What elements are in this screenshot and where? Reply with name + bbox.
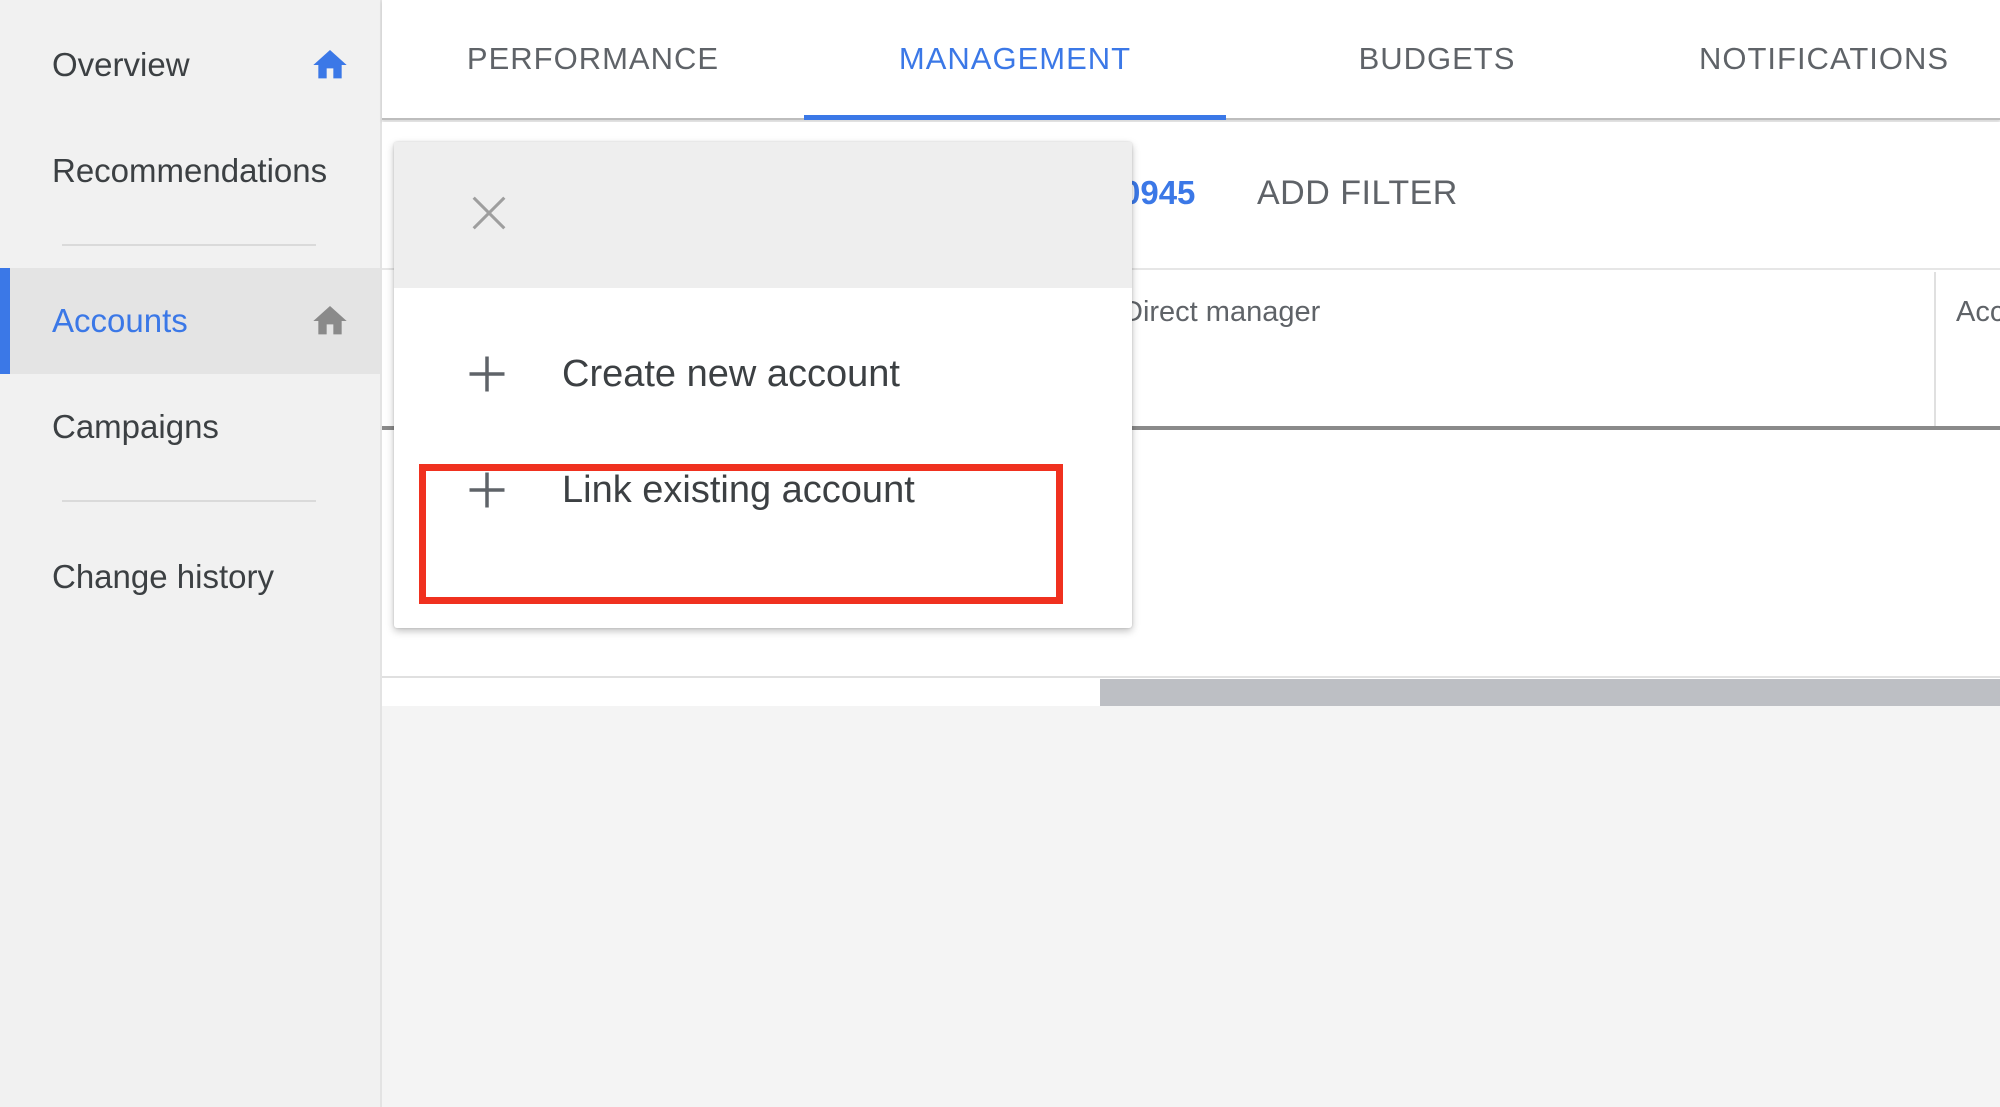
- sidebar-divider: [62, 244, 316, 246]
- plus-icon: [469, 472, 505, 508]
- tab-label: PERFORMANCE: [466, 41, 720, 76]
- menu-item-label: Create new account: [562, 352, 900, 395]
- filter-chip[interactable]: 0945: [1122, 174, 1195, 212]
- column-header-direct-manager[interactable]: Direct manager: [1122, 296, 1320, 329]
- sidebar: Overview Recommendations Accounts Campai…: [0, 0, 382, 1107]
- sidebar-item-campaigns[interactable]: Campaigns: [0, 374, 380, 480]
- tab-management[interactable]: MANAGEMENT: [804, 0, 1226, 120]
- menu-item-label: Link existing account: [562, 468, 915, 511]
- sidebar-item-label: Recommendations: [52, 152, 328, 189]
- sidebar-item-change-history[interactable]: Change history: [0, 524, 380, 630]
- tab-label: BUDGETS: [1358, 41, 1516, 76]
- sidebar-divider: [62, 500, 316, 502]
- tab-label: NOTIFICATIONS: [1698, 41, 1950, 76]
- column-divider: [1934, 272, 1936, 426]
- tab-label: MANAGEMENT: [898, 41, 1132, 76]
- tab-bar: PERFORMANCE MANAGEMENT BUDGETS NOTIFICAT…: [382, 0, 2000, 120]
- sidebar-item-label: Change history: [52, 558, 274, 595]
- horizontal-scrollbar[interactable]: [382, 679, 2000, 706]
- sidebar-item-accounts[interactable]: Accounts: [0, 268, 380, 374]
- home-icon: [313, 50, 347, 79]
- plus-icon: [469, 356, 505, 392]
- add-account-menu: Create new account Link existing account: [394, 142, 1132, 628]
- card-divider: [382, 676, 2000, 678]
- sidebar-item-label: Accounts: [52, 302, 188, 339]
- sidebar-item-overview[interactable]: Overview: [0, 12, 380, 118]
- sidebar-item-label: Overview: [52, 46, 190, 83]
- column-header-account[interactable]: Acc: [1956, 296, 2000, 329]
- sidebar-item-recommendations[interactable]: Recommendations: [0, 118, 380, 224]
- tab-notifications[interactable]: NOTIFICATIONS: [1648, 0, 2000, 118]
- tab-performance[interactable]: PERFORMANCE: [382, 0, 804, 118]
- add-filter-button[interactable]: ADD FILTER: [1257, 174, 1458, 213]
- tab-budgets[interactable]: BUDGETS: [1226, 0, 1648, 118]
- create-new-account-item[interactable]: Create new account: [394, 314, 1132, 434]
- scrollbar-thumb[interactable]: [1100, 679, 2000, 706]
- home-icon: [313, 306, 347, 335]
- link-existing-account-item[interactable]: Link existing account: [394, 430, 1132, 550]
- sidebar-item-label: Campaigns: [52, 408, 219, 445]
- close-icon[interactable]: [466, 190, 512, 236]
- menu-header: [394, 142, 1132, 288]
